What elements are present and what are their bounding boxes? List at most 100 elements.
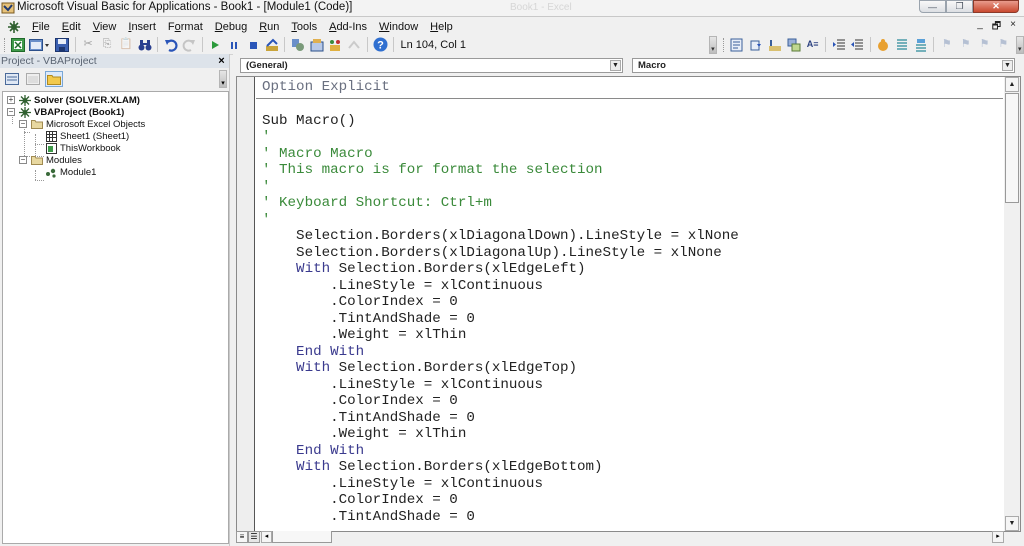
procedure-dropdown[interactable]: Macro ▼ [632,58,1015,73]
mdi-minimize-button[interactable]: _ [977,19,983,36]
play-icon [212,40,220,49]
menu-window[interactable]: Window [373,21,424,33]
menu-run[interactable]: Run [253,21,285,33]
menu-view[interactable]: View [87,21,123,33]
menu-debug[interactable]: Debug [209,21,253,33]
view-object-button[interactable] [24,71,42,87]
code-keyword: End With [262,442,365,459]
toolbar-overflow-button[interactable]: ▾ [1015,35,1024,54]
folder-icon [47,74,61,85]
toolbar-grip[interactable] [722,37,726,52]
previous-bookmark-button[interactable]: ⚑ [977,37,993,53]
code-editor[interactable]: Option Explicit Sub Macro() ' ' Macro Macr… [236,76,1021,532]
redo-button[interactable] [181,37,197,53]
scroll-right-button[interactable]: ▸ [992,531,1004,543]
restore-button[interactable]: ❐ [946,0,973,13]
close-button[interactable]: ✕ [973,0,1019,13]
background-window-title: Book1 - Excel [510,2,572,13]
scroll-up-button[interactable]: ▲ [1005,77,1019,92]
full-module-view-button[interactable]: ☰ [248,531,260,543]
insert-userform-button[interactable] [29,37,51,53]
indent-button[interactable] [831,37,847,53]
properties-window-button[interactable] [309,37,325,53]
list-properties-button[interactable] [729,37,745,53]
parameter-info-button[interactable] [786,37,802,53]
menu-format[interactable]: Format [162,21,209,33]
menu-help[interactable]: Help [424,21,459,33]
menu-addins[interactable]: Add-Ins [323,21,373,33]
complete-word-button[interactable]: A≡ [805,37,821,53]
redo-icon [182,39,196,52]
tree-item-excel-objects[interactable]: − Microsoft Excel Objects [19,118,145,130]
object-browser-button[interactable] [327,37,343,53]
vba-menu-icon[interactable] [6,20,22,34]
tree-item-solver[interactable]: + Solver (SOLVER.XLAM) [7,94,140,106]
expand-toggle[interactable]: + [7,96,15,104]
reset-button[interactable] [245,37,261,53]
quick-info-button[interactable] [767,37,783,53]
minimize-button[interactable]: — [919,0,946,13]
tree-item-vbaproject[interactable]: − VBAProject (Book1) [7,106,124,118]
arrow-right-icon: ▸ [996,533,1000,540]
next-bookmark-button[interactable]: ⚑ [958,37,974,53]
menu-insert[interactable]: Insert [122,21,162,33]
code-line: Sub Macro() [262,112,356,129]
menu-file[interactable]: File [26,21,56,33]
procedure-dropdown-value: Macro [638,60,666,71]
run-button[interactable] [207,37,223,53]
undo-button[interactable] [163,37,179,53]
design-mode-button[interactable] [264,37,280,53]
save-button[interactable] [54,37,70,53]
outdent-button[interactable] [849,37,865,53]
help-icon: ? [373,37,388,52]
menu-edit[interactable]: Edit [56,21,87,33]
help-button[interactable]: ? [372,37,388,53]
object-dropdown[interactable]: (General) ▼ [240,58,623,73]
toolbox-button[interactable] [346,37,362,53]
scroll-down-button[interactable]: ▼ [1005,516,1019,531]
collapse-toggle[interactable]: − [7,108,15,116]
cut-button[interactable]: ✂ [80,37,96,53]
project-toolbar-overflow[interactable]: ▾ [219,70,227,88]
code-text[interactable]: Option Explicit Sub Macro() ' ' Macro Macr… [256,77,1003,531]
list-constants-button[interactable] [748,37,764,53]
mdi-close-button[interactable]: × [1010,19,1016,36]
tree-item-thisworkbook[interactable]: ThisWorkbook [45,142,121,154]
toggle-bookmark-button[interactable]: ⚑ [939,37,955,53]
toolbar: ✂ ⎘ 📋 ? Ln 104, Col 1 ▾ A≡ ⚑ ⚑ ⚑ ⚑ ▾ [0,35,1024,55]
toolbar-grip[interactable] [4,37,7,52]
tree-item-module1[interactable]: Module1 [45,166,96,178]
view-code-button[interactable] [3,71,21,87]
project-explorer-button[interactable] [290,37,306,53]
uncomment-block-button[interactable] [913,37,929,53]
tree-item-sheet1[interactable]: Sheet1 (Sheet1) [45,130,129,142]
find-button[interactable] [137,37,153,53]
tree-item-modules[interactable]: − Modules [19,154,82,166]
collapse-toggle[interactable]: − [19,120,27,128]
project-panel-close-button[interactable]: × [216,55,227,67]
procedure-view-button[interactable]: ≡ [236,531,248,543]
code-line: With Selection.Borders(xlEdgeLeft) [262,261,586,277]
breakpoint-margin[interactable] [237,77,255,531]
chevron-down-icon[interactable]: ▼ [1002,60,1013,71]
toolbar-overflow-button[interactable]: ▾ [708,35,717,54]
mdi-restore-button[interactable]: 🗗 [992,19,1001,36]
toggle-breakpoint-button[interactable] [875,37,891,53]
excel-icon [11,37,26,52]
collapse-toggle[interactable]: − [19,156,27,164]
paste-button[interactable]: 📋 [118,37,134,53]
vertical-scrollbar[interactable]: ▲ ▼ [1004,77,1020,531]
comment-block-button[interactable] [894,37,910,53]
vertical-scroll-thumb[interactable] [1005,93,1019,203]
menu-tools[interactable]: Tools [285,21,323,33]
horizontal-scroll-thumb[interactable] [272,531,332,543]
chevron-down-icon[interactable]: ▼ [610,60,621,71]
view-excel-button[interactable] [10,37,26,53]
scroll-left-button[interactable]: ◂ [261,531,272,543]
clear-bookmarks-button[interactable]: ⚑ [995,37,1011,53]
toggle-folders-button[interactable] [45,71,63,87]
close-icon: ✕ [992,1,1000,11]
toolbar-separator [284,37,286,52]
copy-button[interactable]: ⎘ [99,37,115,53]
break-button[interactable] [226,37,242,53]
